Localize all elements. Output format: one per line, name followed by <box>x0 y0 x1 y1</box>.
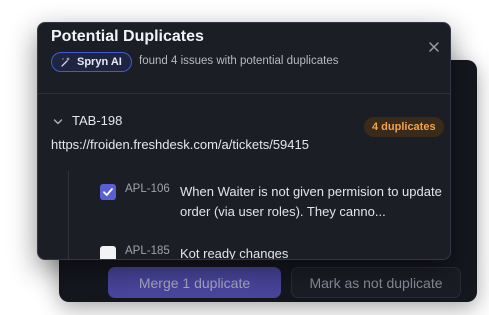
chevron-down-icon[interactable] <box>53 118 63 126</box>
close-icon[interactable] <box>427 40 441 54</box>
merge-duplicate-button[interactable]: Merge 1 duplicate <box>108 267 281 298</box>
header-divider <box>38 93 450 94</box>
duplicate-issue-key[interactable]: APL-185 <box>125 245 170 257</box>
sparkle-wand-icon <box>61 57 70 67</box>
tree-connector <box>68 171 69 259</box>
dialog-footer: Merge 1 duplicate Mark as not duplicate <box>108 267 461 298</box>
duplicate-issue-title: Kot ready changes <box>180 246 289 260</box>
check-icon <box>103 188 113 196</box>
ai-badge-label: Spryn AI <box>77 56 122 68</box>
spryn-ai-badge: Spryn AI <box>51 52 132 72</box>
duplicates-count-badge: 4 duplicates <box>364 117 444 137</box>
group-issue-key[interactable]: TAB-198 <box>72 113 122 128</box>
duplicate-issue-key[interactable]: APL-106 <box>125 183 170 195</box>
dialog-subtitle: found 4 issues with potential duplicates <box>139 55 339 67</box>
potential-duplicates-dialog: Potential Duplicates Spryn AI found 4 is… <box>37 22 451 260</box>
duplicate-checkbox-checked[interactable] <box>100 184 116 200</box>
group-ticket-url[interactable]: https://froiden.freshdesk.com/a/tickets/… <box>51 137 309 152</box>
mark-not-duplicate-button[interactable]: Mark as not duplicate <box>291 267 461 298</box>
duplicate-checkbox-unchecked[interactable] <box>100 246 116 259</box>
duplicate-issue-title: When Waiter is not given permision to up… <box>180 184 442 219</box>
dialog-title: Potential Duplicates <box>51 28 204 45</box>
